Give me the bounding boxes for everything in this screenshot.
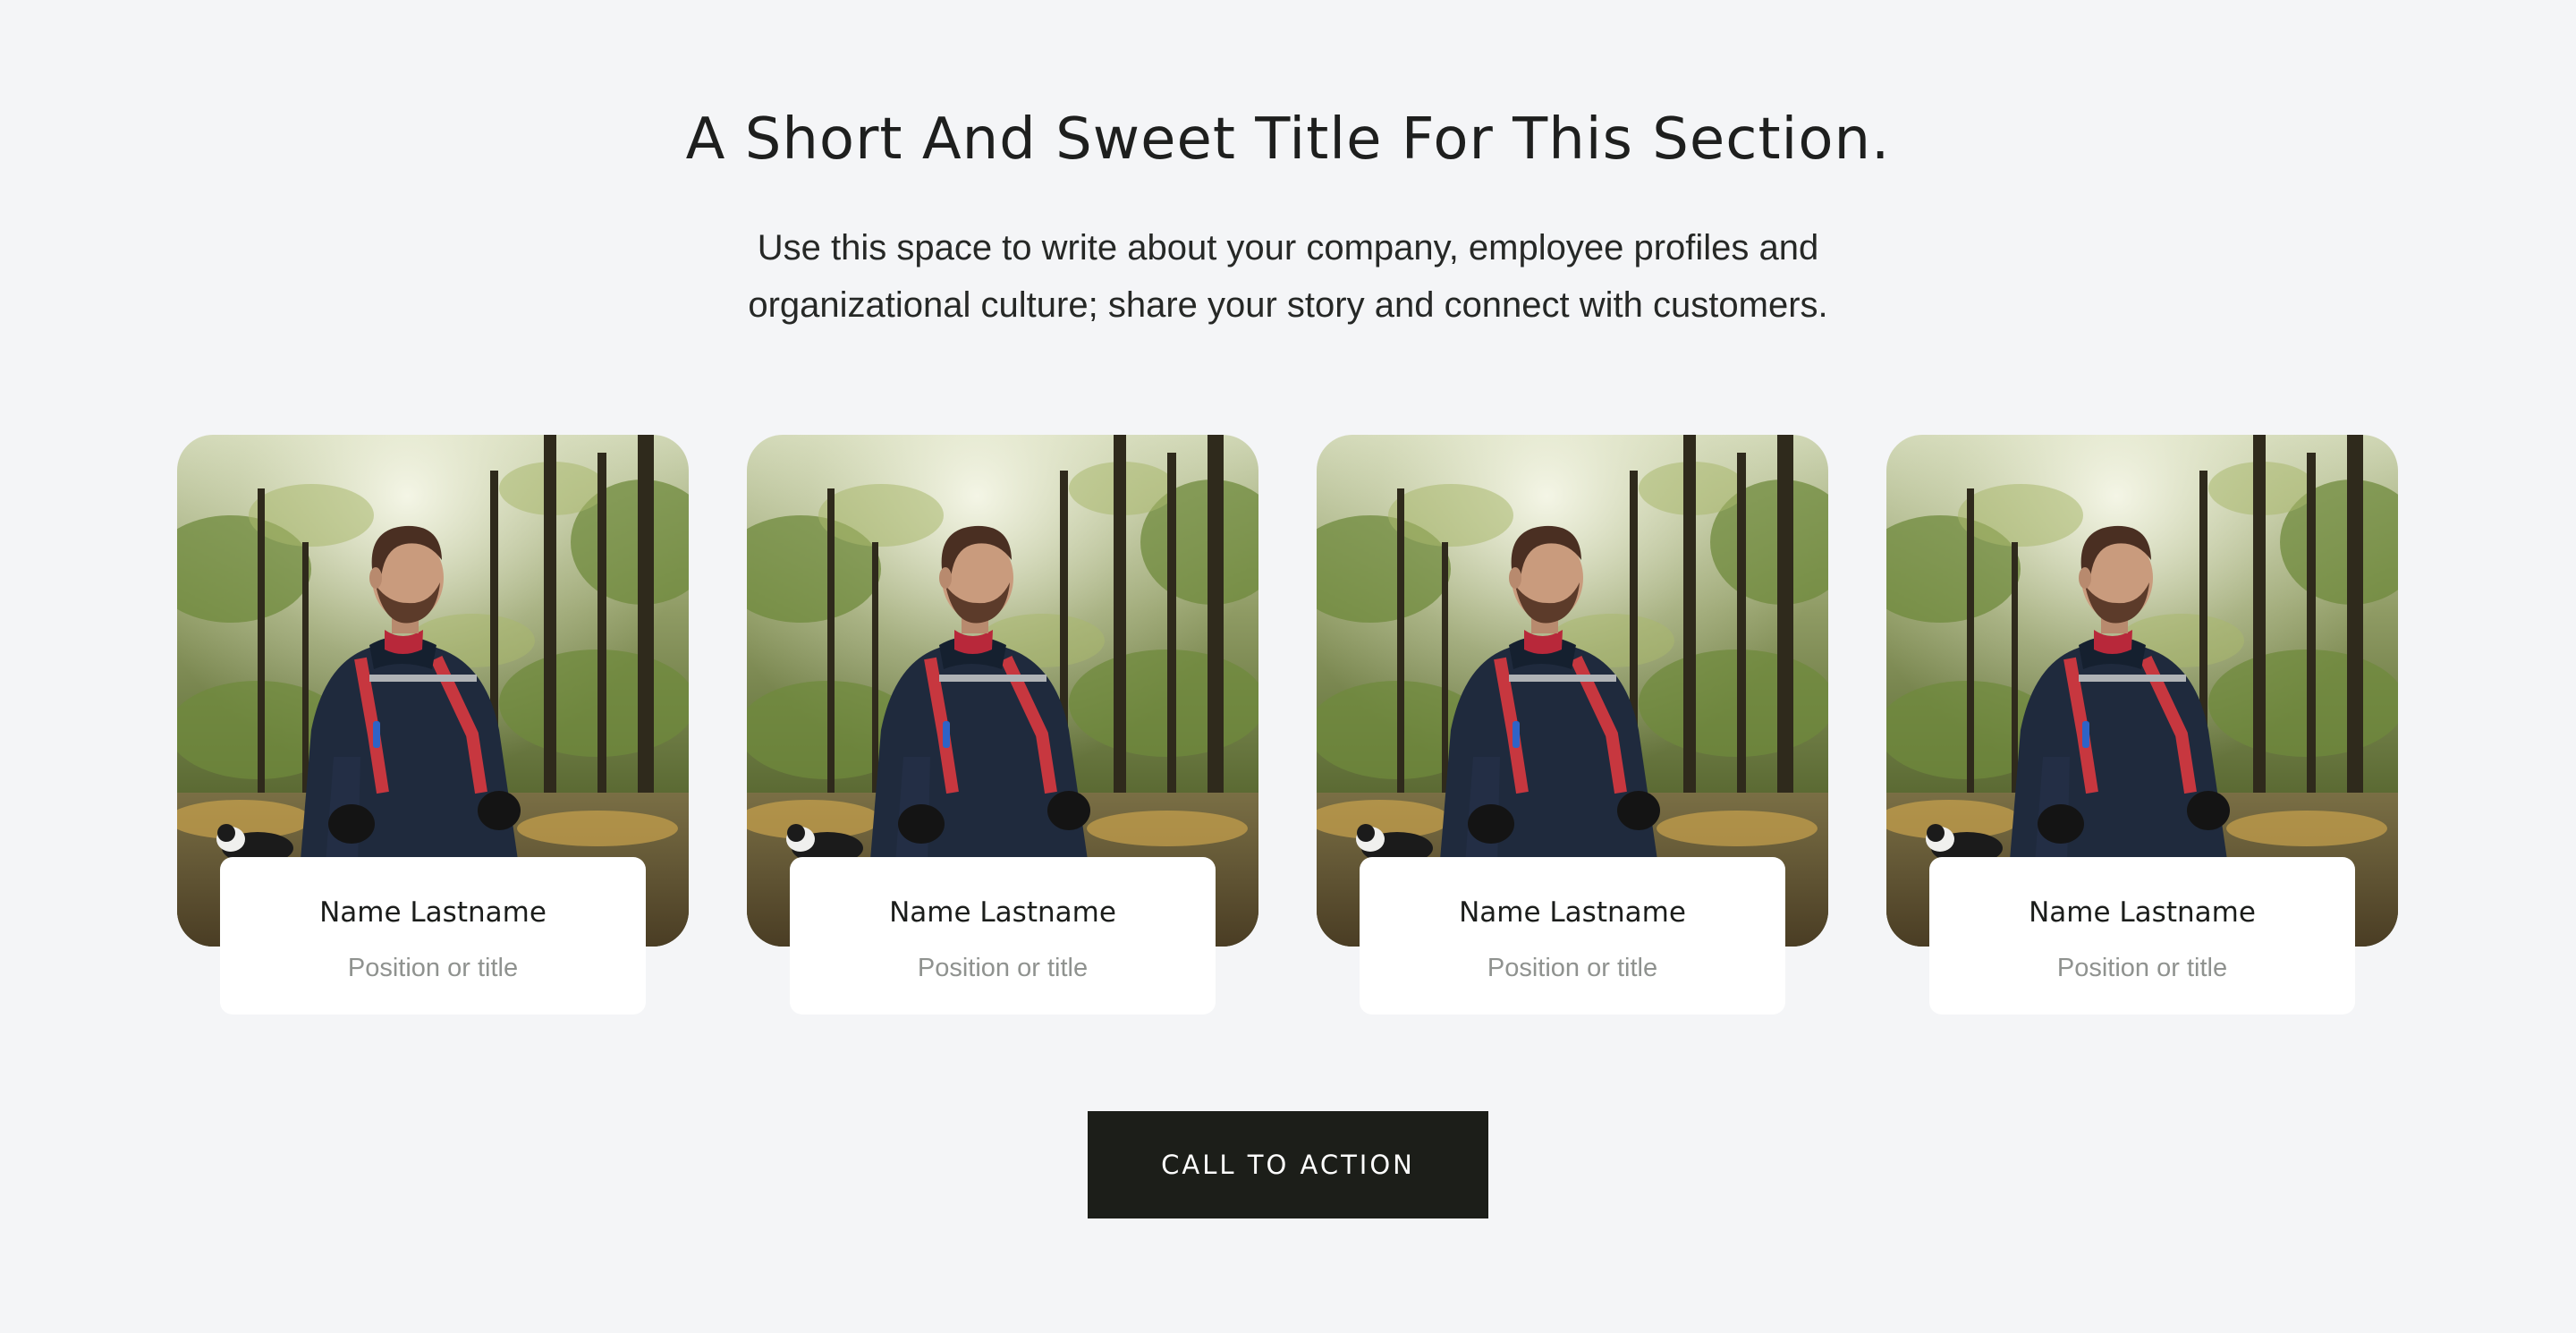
team-member-position: Position or title bbox=[917, 954, 1089, 982]
team-member-label: Name Lastname Position or title bbox=[220, 857, 646, 1015]
section-title: A Short And Sweet Title For This Section… bbox=[685, 106, 1891, 173]
team-member-label: Name Lastname Position or title bbox=[790, 857, 1216, 1015]
intro-line: Use this space to write about your compa… bbox=[757, 228, 1819, 267]
team-member-name: Name Lastname bbox=[2029, 896, 2256, 929]
team-member-position: Position or title bbox=[1487, 954, 1658, 982]
team-member-card: Name Lastname Position or title bbox=[177, 435, 689, 1015]
team-member-label: Name Lastname Position or title bbox=[1360, 857, 1785, 1015]
team-member-card: Name Lastname Position or title bbox=[747, 435, 1258, 1015]
team-member-name: Name Lastname bbox=[889, 896, 1116, 929]
section-intro: Use this space to write about your compa… bbox=[698, 219, 1878, 334]
intro-line: organizational culture; share your story… bbox=[748, 285, 1828, 325]
team-section: A Short And Sweet Title For This Section… bbox=[0, 0, 2576, 1333]
team-member-position: Position or title bbox=[2056, 954, 2228, 982]
team-member-card: Name Lastname Position or title bbox=[1317, 435, 1828, 1015]
team-member-name: Name Lastname bbox=[1459, 896, 1686, 929]
team-member-label: Name Lastname Position or title bbox=[1929, 857, 2355, 1015]
team-member-card: Name Lastname Position or title bbox=[1886, 435, 2398, 1015]
team-member-position: Position or title bbox=[347, 954, 519, 982]
call-to-action-button[interactable]: CALL TO ACTION bbox=[1088, 1111, 1488, 1218]
team-member-name: Name Lastname bbox=[319, 896, 547, 929]
